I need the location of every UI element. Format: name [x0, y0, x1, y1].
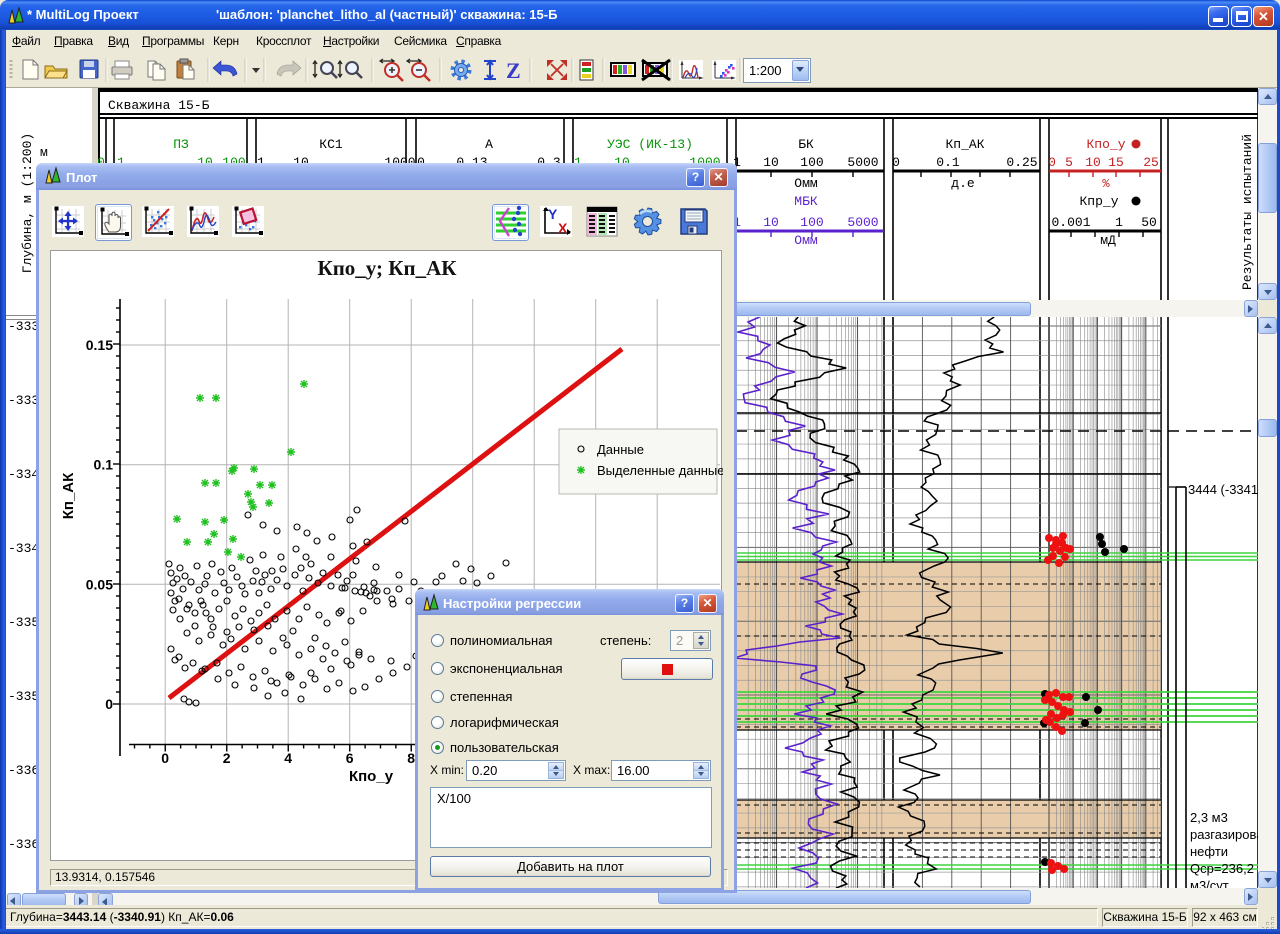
- svg-text:10: 10: [763, 215, 779, 230]
- svg-text:4: 4: [284, 750, 292, 766]
- svg-text:0: 0: [892, 155, 900, 170]
- svg-text:25: 25: [1143, 155, 1159, 170]
- svg-text:0.25: 0.25: [1006, 155, 1037, 170]
- svg-text:нефти: нефти: [1190, 844, 1228, 859]
- svg-text:Выделенные данные: Выделенные данные: [597, 463, 723, 478]
- svg-text:2,3 м3: 2,3 м3: [1190, 810, 1228, 825]
- svg-text:Z: Z: [506, 58, 521, 83]
- svg-text:0.1: 0.1: [94, 457, 114, 473]
- svg-text:2: 2: [223, 750, 231, 766]
- svg-text:6: 6: [346, 750, 354, 766]
- svg-text:100: 100: [800, 215, 823, 230]
- svg-text:10: 10: [1085, 155, 1101, 170]
- svg-text:3444 (-3341.7: 3444 (-3341.7: [1188, 482, 1269, 497]
- svg-text:15: 15: [1108, 155, 1124, 170]
- svg-text:Кпо_у: Кпо_у: [1086, 137, 1125, 152]
- svg-text:5: 5: [1065, 155, 1073, 170]
- svg-text:5000: 5000: [847, 215, 878, 230]
- svg-text:50: 50: [1141, 215, 1157, 230]
- svg-text:Кпр_у: Кпр_у: [1079, 194, 1118, 209]
- svg-text:100: 100: [800, 155, 823, 170]
- svg-text:Скважина 15-Б: Скважина 15-Б: [108, 98, 210, 113]
- svg-text:1: 1: [1115, 215, 1123, 230]
- svg-text:УЭС (ИК-13): УЭС (ИК-13): [607, 137, 693, 152]
- svg-text:0.001: 0.001: [1051, 215, 1090, 230]
- svg-text:Омм: Омм: [794, 176, 818, 191]
- svg-text:БК: БК: [798, 137, 814, 152]
- svg-text:Кпо_у; Кп_АК: Кпо_у; Кп_АК: [317, 256, 457, 280]
- svg-text:0.15: 0.15: [86, 337, 113, 353]
- svg-text:Омм: Омм: [794, 233, 818, 248]
- svg-text:Y: Y: [548, 206, 558, 222]
- svg-text:мД: мД: [1100, 233, 1116, 248]
- svg-text:д.е: д.е: [951, 176, 974, 191]
- svg-text:10: 10: [763, 155, 779, 170]
- svg-text:5000: 5000: [847, 155, 878, 170]
- svg-text:0: 0: [105, 696, 113, 712]
- svg-text:%: %: [1102, 177, 1110, 191]
- svg-text:А: А: [485, 137, 493, 152]
- svg-text:МБК: МБК: [794, 194, 818, 209]
- svg-text:0.1: 0.1: [936, 155, 960, 170]
- svg-text:Результаты испытаний: Результаты испытаний: [1240, 134, 1255, 290]
- svg-text:0: 0: [1048, 155, 1056, 170]
- svg-text:Кп_АК: Кп_АК: [60, 472, 77, 519]
- svg-text:КС1: КС1: [319, 137, 343, 152]
- svg-text:ПЗ: ПЗ: [173, 137, 189, 152]
- svg-text:Qср=236,2: Qср=236,2: [1190, 861, 1254, 876]
- svg-text:Кпо_у: Кпо_у: [349, 768, 394, 785]
- svg-text:Кп_АК: Кп_АК: [945, 137, 984, 152]
- svg-text:Данные: Данные: [597, 442, 644, 457]
- svg-text:X: X: [558, 220, 568, 236]
- svg-text:0: 0: [161, 750, 169, 766]
- svg-text:0.05: 0.05: [86, 576, 113, 592]
